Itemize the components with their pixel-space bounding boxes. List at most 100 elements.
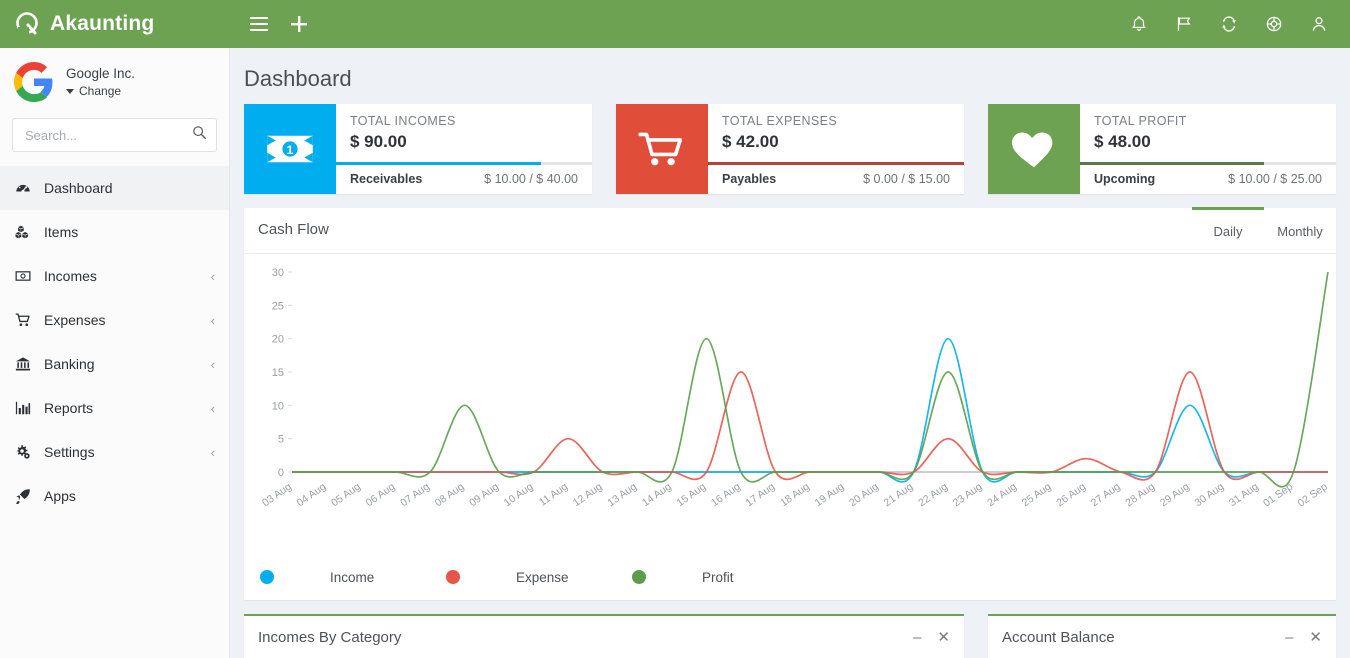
svg-text:20: 20 [272, 334, 284, 346]
svg-text:1: 1 [287, 143, 294, 157]
life-ring-icon[interactable] [1265, 15, 1283, 33]
exchange-icon[interactable] [1220, 15, 1238, 33]
card-caption: TOTAL INCOMES [350, 114, 578, 128]
card-amount: $ 90.00 [350, 132, 578, 152]
close-icon[interactable]: ✕ [937, 630, 950, 645]
search-input[interactable] [13, 119, 216, 151]
minimize-icon[interactable]: – [913, 630, 921, 645]
svg-text:29 Aug: 29 Aug [1158, 481, 1192, 510]
card-foot-value: $ 10.00 / $ 25.00 [1228, 172, 1322, 186]
bar-chart-icon [14, 400, 32, 416]
rocket-icon [14, 488, 32, 504]
sidebar-item-reports[interactable]: Reports ‹ [0, 386, 229, 430]
card-amount: $ 42.00 [722, 132, 950, 152]
svg-text:28 Aug: 28 Aug [1123, 481, 1157, 510]
svg-text:04 Aug: 04 Aug [295, 481, 329, 510]
incomes-by-category-widget: Incomes By Category – ✕ $ 20.00 Invoices… [244, 614, 964, 658]
legend-label: Expense [516, 570, 569, 585]
google-logo-icon [14, 62, 54, 102]
svg-text:23 Aug: 23 Aug [951, 481, 985, 510]
bank-icon [14, 356, 32, 372]
sidebar-item-label: Expenses [44, 312, 199, 328]
total-profit-card[interactable]: TOTAL PROFIT $ 48.00 Upcoming $ 10.00 / … [988, 104, 1336, 194]
sidebar-item-label: Dashboard [44, 180, 215, 196]
total-incomes-card[interactable]: 1 TOTAL INCOMES $ 90.00 Receivables $ 10… [244, 104, 592, 194]
sidebar-item-banking[interactable]: Banking ‹ [0, 342, 229, 386]
svg-text:20 Aug: 20 Aug [847, 481, 881, 510]
page-title: Dashboard [230, 48, 1350, 104]
minimize-icon[interactable]: – [1285, 630, 1293, 645]
legend-item-profit: Profit [632, 570, 818, 585]
chevron-left-icon[interactable]: ‹ [211, 270, 215, 283]
chevron-left-icon[interactable]: ‹ [211, 446, 215, 459]
akaunting-q-logo-icon [14, 11, 40, 37]
svg-text:12 Aug: 12 Aug [571, 481, 605, 510]
sidebar-item-settings[interactable]: Settings ‹ [0, 430, 229, 474]
company-change-button[interactable]: Change [66, 84, 135, 98]
close-icon[interactable]: ✕ [1309, 630, 1322, 645]
tab-daily[interactable]: Daily [1192, 207, 1264, 253]
company-change-label: Change [79, 84, 121, 98]
banknote-icon: 1 [244, 104, 336, 194]
legend-item-income: Income [260, 570, 446, 585]
sidebar-item-expenses[interactable]: Expenses ‹ [0, 298, 229, 342]
svg-text:19 Aug: 19 Aug [813, 481, 847, 510]
sidebar-item-label: Incomes [44, 268, 199, 284]
cash-flow-panel: Cash Flow Daily Monthly 05101520253003 A… [244, 208, 1336, 600]
svg-text:25: 25 [272, 300, 284, 312]
dashboard-icon [14, 180, 32, 196]
cash-flow-tabs: Daily Monthly [1192, 207, 1336, 253]
svg-text:15 Aug: 15 Aug [674, 481, 708, 510]
legend-label: Profit [702, 570, 734, 585]
search-icon[interactable] [192, 125, 207, 145]
user-icon[interactable] [1310, 15, 1328, 33]
widget-title: Incomes By Category [258, 629, 897, 646]
legend-item-expense: Expense [446, 570, 632, 585]
flag-icon[interactable] [1175, 15, 1193, 33]
dashboard-widgets: Incomes By Category – ✕ $ 20.00 Invoices… [230, 600, 1350, 658]
svg-text:11 Aug: 11 Aug [537, 481, 570, 509]
svg-text:06 Aug: 06 Aug [364, 481, 398, 510]
svg-text:13 Aug: 13 Aug [605, 481, 639, 510]
shopping-cart-icon [616, 104, 708, 194]
svg-text:24 Aug: 24 Aug [985, 481, 1019, 510]
sidebar-item-dashboard[interactable]: Dashboard [0, 166, 229, 210]
sidebar-nav: Dashboard Items [0, 166, 229, 518]
brand[interactable]: Akaunting [0, 0, 230, 48]
svg-text:03 Aug: 03 Aug [260, 481, 294, 510]
tab-monthly[interactable]: Monthly [1264, 207, 1336, 253]
chevron-left-icon[interactable]: ‹ [211, 402, 215, 415]
top-bar: Akaunting [0, 0, 1350, 48]
chevron-down-icon [66, 89, 74, 94]
legend-dot-icon [260, 570, 274, 584]
cash-flow-chart-svg[interactable]: 05101520253003 Aug04 Aug05 Aug06 Aug07 A… [258, 264, 1336, 549]
chevron-left-icon[interactable]: ‹ [211, 358, 215, 371]
card-foot-label: Payables [722, 172, 776, 186]
svg-text:07 Aug: 07 Aug [398, 481, 432, 510]
hamburger-icon[interactable] [250, 17, 268, 31]
sidebar-item-incomes[interactable]: Incomes ‹ [0, 254, 229, 298]
svg-text:08 Aug: 08 Aug [433, 481, 467, 510]
cash-flow-title: Cash Flow [244, 208, 1192, 238]
legend-label: Income [330, 570, 374, 585]
bell-icon[interactable] [1130, 15, 1148, 33]
summary-cards: 1 TOTAL INCOMES $ 90.00 Receivables $ 10… [230, 104, 1350, 194]
gears-icon [14, 444, 32, 460]
company-name: Google Inc. [66, 66, 135, 81]
account-balance-widget: Account Balance – ✕ Cash $ 48.00 [988, 614, 1336, 658]
company-switcher[interactable]: Google Inc. Change [0, 48, 229, 112]
sidebar-item-items[interactable]: Items [0, 210, 229, 254]
widget-title: Account Balance [1002, 629, 1269, 646]
cart-icon [14, 312, 32, 328]
card-caption: TOTAL PROFIT [1094, 114, 1322, 128]
sidebar-item-apps[interactable]: Apps [0, 474, 229, 518]
heart-icon [988, 104, 1080, 194]
legend-dot-icon [446, 570, 460, 584]
total-expenses-card[interactable]: TOTAL EXPENSES $ 42.00 Payables $ 0.00 /… [616, 104, 964, 194]
cubes-icon [14, 224, 32, 240]
card-foot-value: $ 10.00 / $ 40.00 [484, 172, 578, 186]
svg-text:0: 0 [278, 467, 284, 479]
chevron-left-icon[interactable]: ‹ [211, 314, 215, 327]
card-amount: $ 48.00 [1094, 132, 1322, 152]
plus-icon[interactable] [290, 15, 308, 33]
